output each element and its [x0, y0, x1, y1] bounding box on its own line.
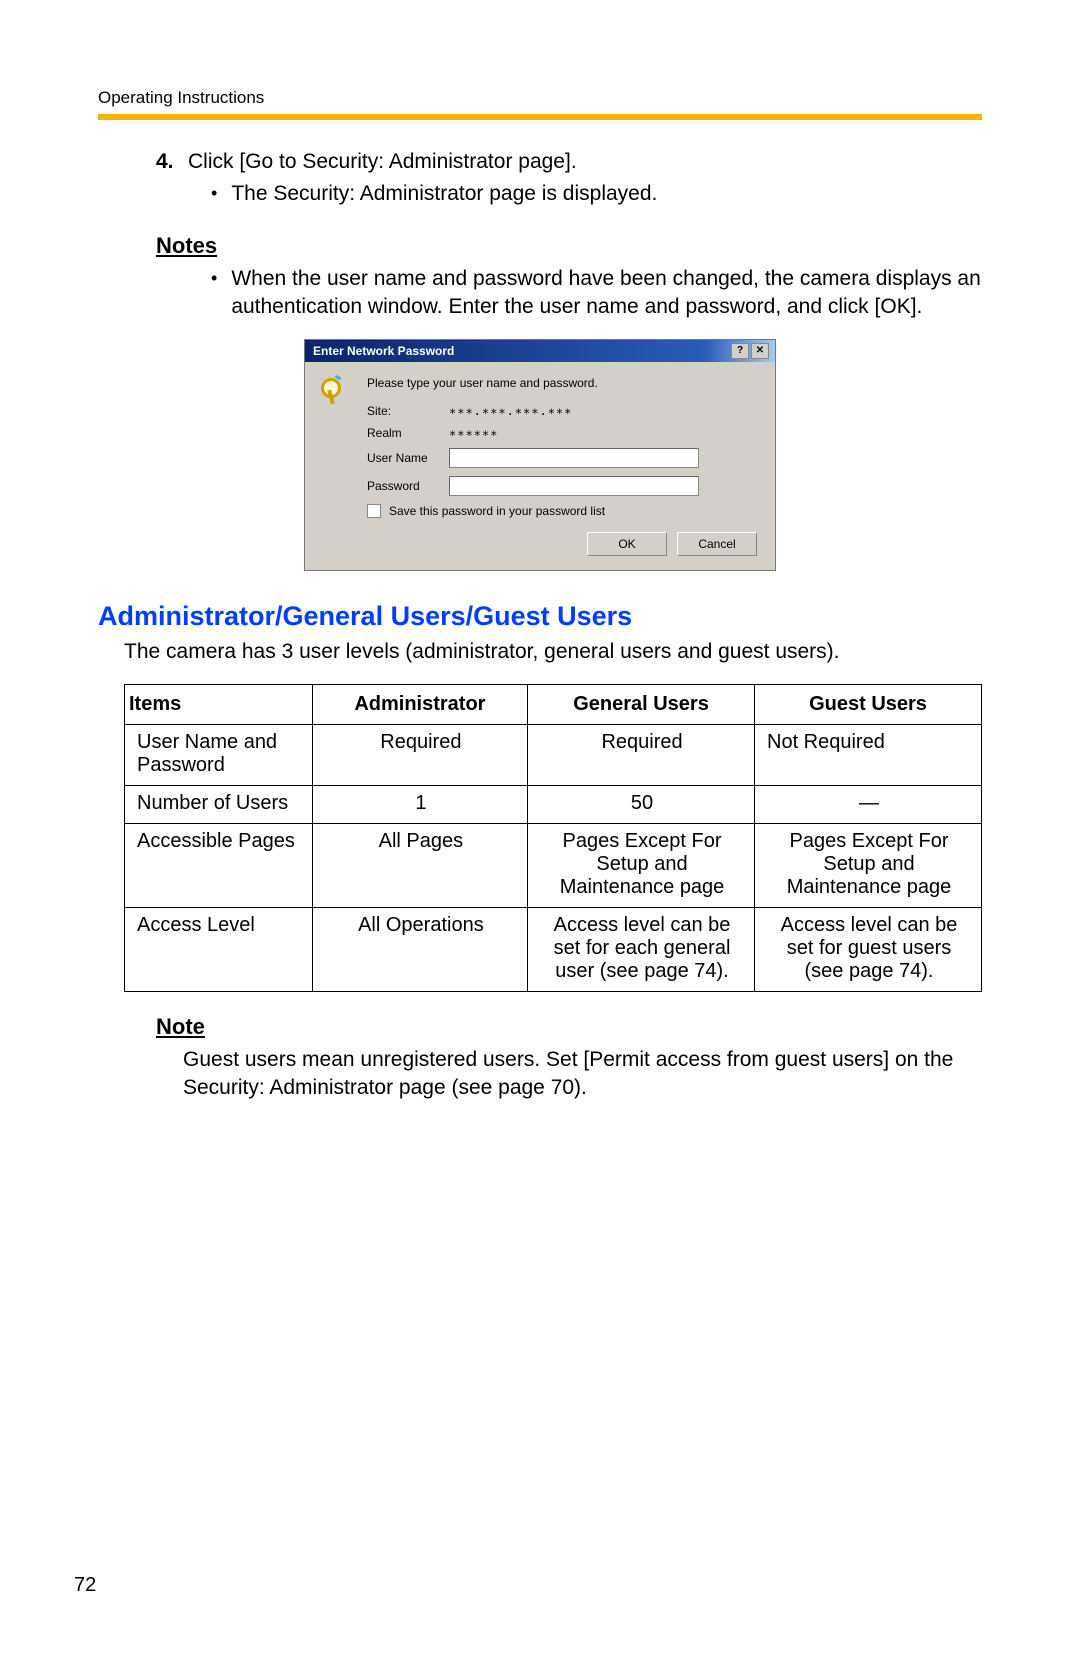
- password-label: Password: [367, 479, 449, 493]
- col-header-guest: Guest Users: [755, 685, 982, 725]
- step-sub-text: The Security: Administrator page is disp…: [231, 180, 657, 208]
- cancel-button[interactable]: Cancel: [677, 532, 757, 556]
- page-number: 72: [74, 1574, 96, 1597]
- section-heading: Administrator/General Users/Guest Users: [98, 601, 982, 632]
- ok-button[interactable]: OK: [587, 532, 667, 556]
- table-row: User Name and Password Required Required…: [125, 725, 982, 786]
- col-header-admin: Administrator: [312, 685, 527, 725]
- username-input[interactable]: [449, 448, 699, 468]
- username-label: User Name: [367, 451, 449, 465]
- bullet-icon: •: [211, 265, 217, 292]
- cell-admin: 1: [312, 786, 527, 824]
- site-value: ∗∗∗.∗∗∗.∗∗∗.∗∗∗: [449, 404, 572, 418]
- close-button[interactable]: ✕: [751, 343, 769, 359]
- enter-network-password-dialog: Enter Network Password ? ✕: [304, 339, 776, 571]
- cell-guest: Not Required: [755, 725, 982, 786]
- cell-guest: Pages Except For Setup and Maintenance p…: [755, 824, 982, 908]
- notes-body: • When the user name and password have b…: [211, 265, 982, 321]
- cell-items: Access Level: [125, 908, 313, 992]
- site-label: Site:: [367, 404, 449, 418]
- cell-general: Required: [528, 725, 755, 786]
- header-divider: [98, 114, 982, 120]
- cell-items: Number of Users: [125, 786, 313, 824]
- notes-heading: Notes: [156, 233, 982, 259]
- dialog-prompt: Please type your user name and password.: [367, 376, 759, 390]
- table-row: Access Level All Operations Access level…: [125, 908, 982, 992]
- realm-label: Realm: [367, 426, 449, 440]
- dialog-title: Enter Network Password: [313, 344, 454, 358]
- step-sub-bullet: • The Security: Administrator page is di…: [211, 180, 982, 208]
- step-number: 4.: [156, 148, 176, 176]
- cell-general: Access level can be set for each general…: [528, 908, 755, 992]
- table-row: Accessible Pages All Pages Pages Except …: [125, 824, 982, 908]
- dialog-body: Please type your user name and password.…: [305, 362, 775, 570]
- cell-guest: Access level can be set for guest users …: [755, 908, 982, 992]
- step-4: 4. Click [Go to Security: Administrator …: [156, 148, 982, 176]
- cell-items: User Name and Password: [125, 725, 313, 786]
- col-header-items: Items: [125, 685, 313, 725]
- step-text: Click [Go to Security: Administrator pag…: [188, 148, 577, 176]
- cell-items: Accessible Pages: [125, 824, 313, 908]
- col-header-general: General Users: [528, 685, 755, 725]
- dialog-titlebar: Enter Network Password ? ✕: [305, 340, 775, 362]
- save-password-checkbox[interactable]: [367, 504, 381, 518]
- key-icon: [321, 378, 347, 404]
- bullet-icon: •: [211, 180, 217, 207]
- cell-general: Pages Except For Setup and Maintenance p…: [528, 824, 755, 908]
- save-password-label: Save this password in your password list: [389, 504, 605, 518]
- password-input[interactable]: [449, 476, 699, 496]
- realm-value: ∗∗∗∗∗∗: [449, 426, 498, 440]
- table-row: Number of Users 1 50 —: [125, 786, 982, 824]
- user-levels-table: Items Administrator General Users Guest …: [124, 684, 982, 992]
- table-header-row: Items Administrator General Users Guest …: [125, 685, 982, 725]
- page: Operating Instructions 4. Click [Go to S…: [0, 0, 1080, 1669]
- cell-admin: Required: [312, 725, 527, 786]
- cell-admin: All Pages: [312, 824, 527, 908]
- header-section-label: Operating Instructions: [98, 88, 982, 114]
- cell-guest: —: [755, 786, 982, 824]
- note-body: Guest users mean unregistered users. Set…: [183, 1046, 982, 1102]
- dialog-screenshot: Enter Network Password ? ✕: [98, 339, 982, 571]
- help-button[interactable]: ?: [731, 343, 749, 359]
- cell-general: 50: [528, 786, 755, 824]
- notes-text: When the user name and password have bee…: [231, 265, 982, 321]
- note-heading: Note: [156, 1014, 982, 1040]
- section-intro: The camera has 3 user levels (administra…: [124, 638, 982, 666]
- cell-admin: All Operations: [312, 908, 527, 992]
